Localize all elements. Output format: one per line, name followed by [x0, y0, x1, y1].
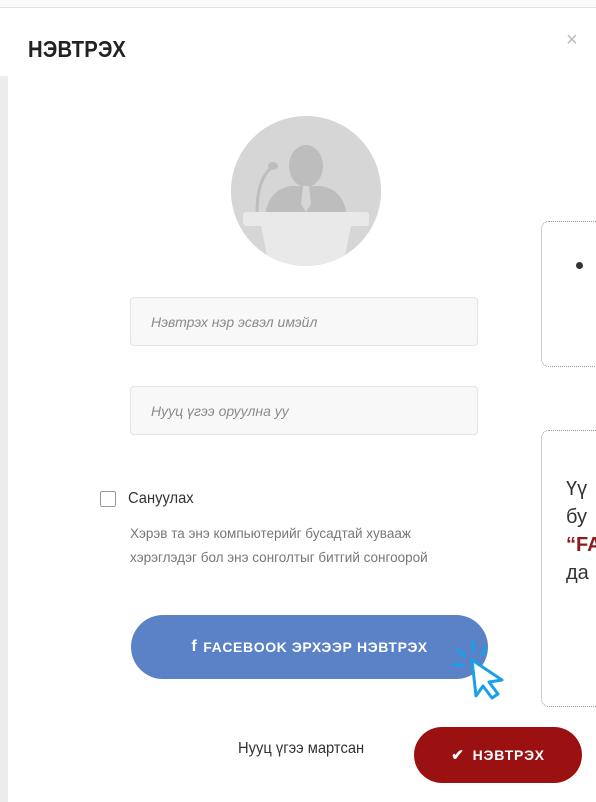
- checkmark-icon: ✔: [451, 747, 465, 764]
- remember-row[interactable]: Сануулах: [100, 488, 199, 510]
- callout-2-line-3: “FA: [566, 534, 596, 556]
- facebook-login-button[interactable]: f FACEBOOK ЭРХЭЭР НЭВТРЭХ: [131, 615, 488, 679]
- callout-bullet: [576, 262, 583, 269]
- remember-label: Сануулах: [128, 490, 194, 507]
- password-input[interactable]: [130, 386, 478, 435]
- close-icon[interactable]: ×: [566, 30, 578, 50]
- callout-2-text: Үү бу “FA да: [566, 475, 596, 587]
- callout-2-line-2: бу: [566, 506, 588, 528]
- callout-2-line-1: Үү: [566, 478, 588, 500]
- dialog-title: НЭВТРЭХ: [28, 36, 126, 62]
- avatar-graphic: [231, 116, 381, 266]
- tutorial-callout-2: Үү бу “FA да: [541, 430, 596, 707]
- pointer-cursor-icon: [452, 640, 504, 700]
- facebook-f-icon: f: [191, 638, 198, 655]
- callout-2-line-4: да: [566, 562, 589, 584]
- top-border: [0, 0, 596, 8]
- login-button-label: НЭВТРЭХ: [472, 747, 545, 763]
- login-modal: НЭВТРЭХ × Сануулах Хэрэв та энэ компьюте…: [0, 0, 596, 802]
- tutorial-callout-1: [541, 221, 596, 367]
- left-backdrop-strip: [0, 76, 8, 802]
- facebook-login-label: FACEBOOK ЭРХЭЭР НЭВТРЭХ: [203, 639, 428, 655]
- username-input[interactable]: [130, 297, 478, 346]
- remember-hint: Хэрэв та энэ компьютерийг бусадтай хуваа…: [130, 526, 428, 565]
- user-presenter-icon: [231, 116, 381, 266]
- login-button[interactable]: ✔ НЭВТРЭХ: [414, 727, 582, 783]
- remember-checkbox[interactable]: [100, 491, 116, 507]
- forgot-password-link[interactable]: Нууц үгээ мартсан: [238, 740, 364, 758]
